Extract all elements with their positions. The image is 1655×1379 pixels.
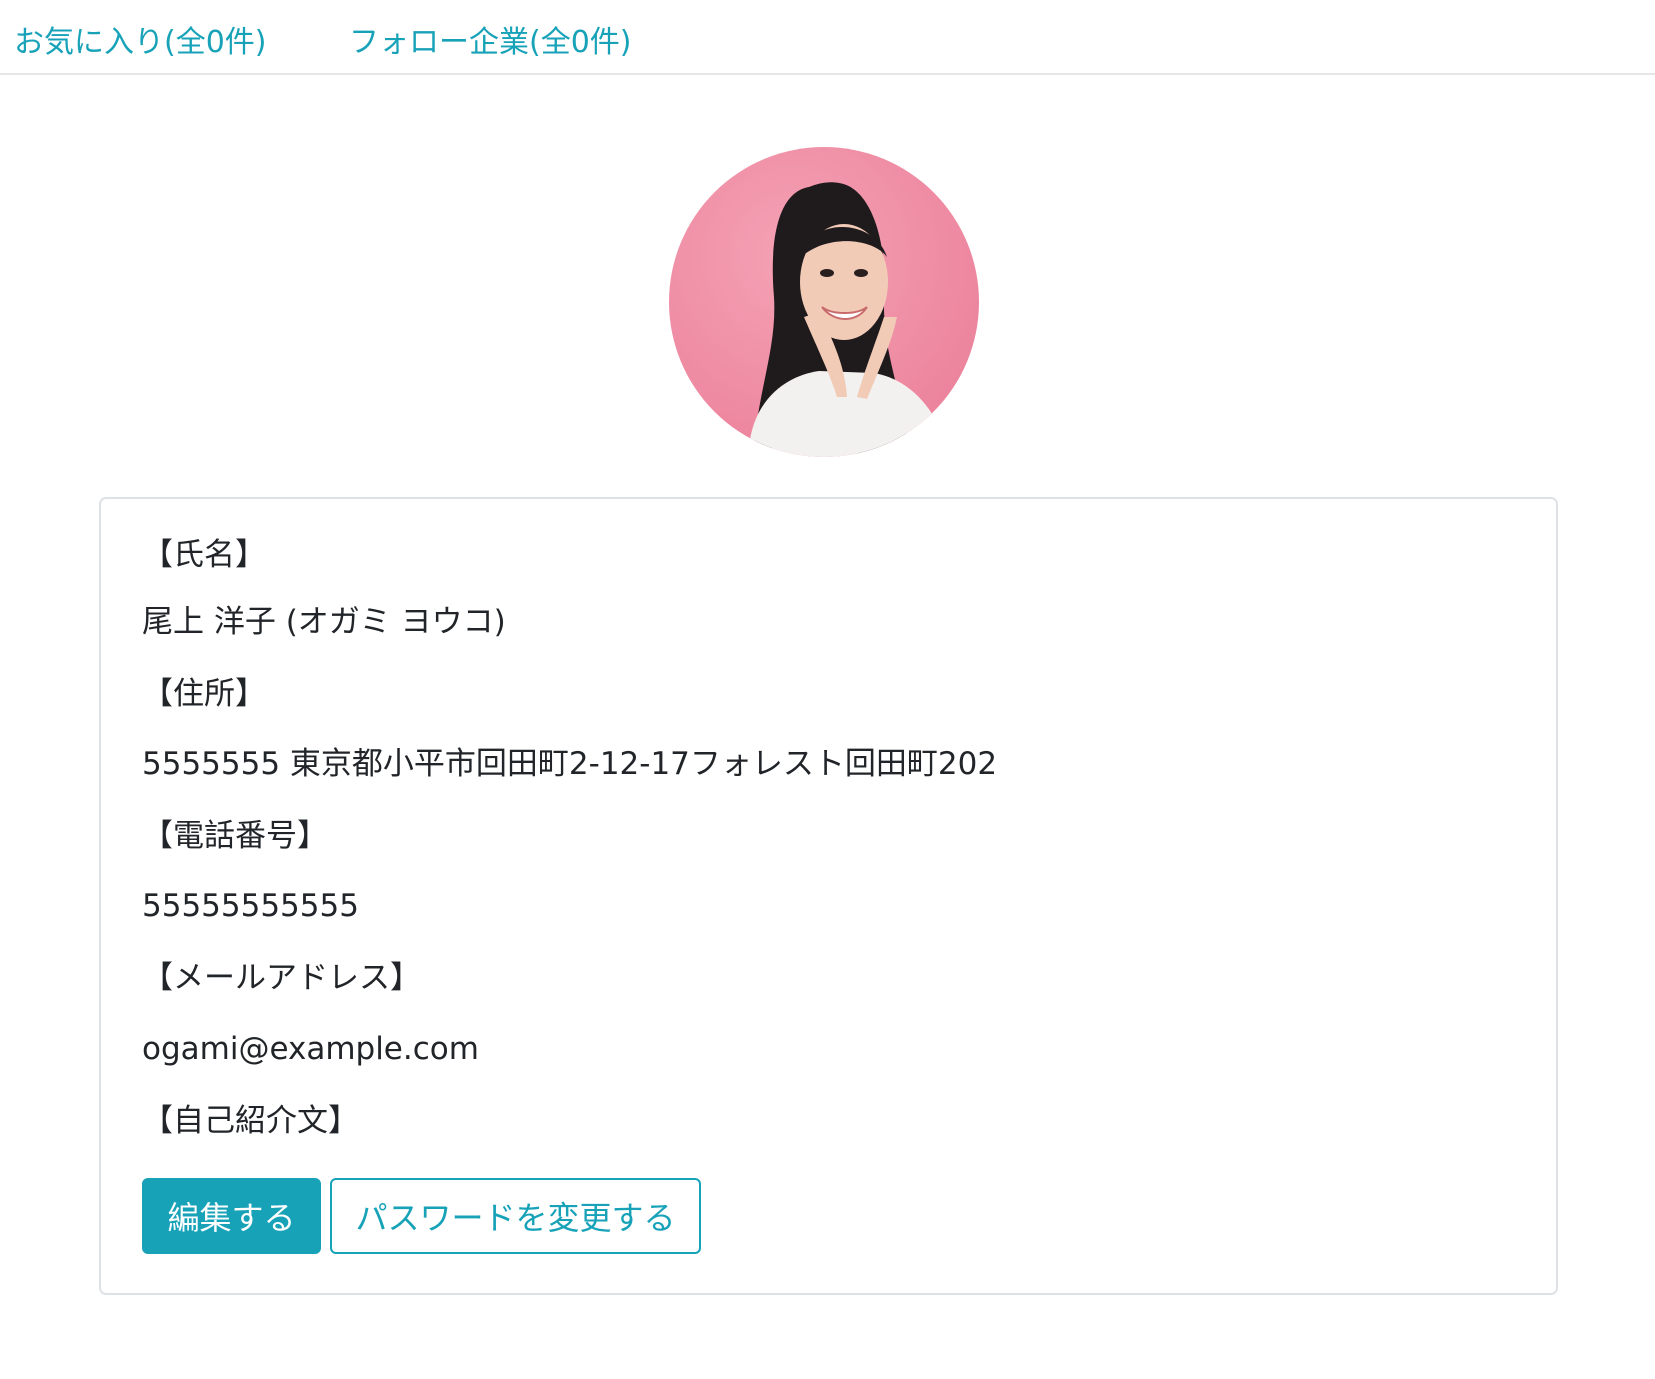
edit-button[interactable]: 編集する <box>142 1178 321 1254</box>
followed-companies-link[interactable]: フォロー企業(全0件) <box>349 17 632 61</box>
name-label: 【氏名】 <box>142 537 266 573</box>
email-label: 【メールアドレス】 <box>142 960 421 996</box>
avatar-photo <box>669 147 979 457</box>
phone-label: 【電話番号】 <box>142 818 328 854</box>
phone-value: 55555555555 <box>142 888 359 924</box>
avatar <box>669 147 979 457</box>
email-value: ogami@example.com <box>142 1031 479 1067</box>
favorites-link[interactable]: お気に入り(全0件) <box>14 17 267 61</box>
name-value: 尾上 洋子 (オガミ ヨウコ) <box>142 604 506 640</box>
profile-card: 【氏名】 尾上 洋子 (オガミ ヨウコ) 【住所】 5555555 東京都小平市… <box>99 497 1558 1295</box>
address-value: 5555555 東京都小平市回田町2-12-17フォレスト回田町202 <box>142 746 998 782</box>
bio-label: 【自己紹介文】 <box>142 1103 359 1139</box>
top-nav: お気に入り(全0件) フォロー企業(全0件) <box>0 0 1655 75</box>
change-password-button[interactable]: パスワードを変更する <box>330 1178 701 1254</box>
address-label: 【住所】 <box>142 676 266 712</box>
